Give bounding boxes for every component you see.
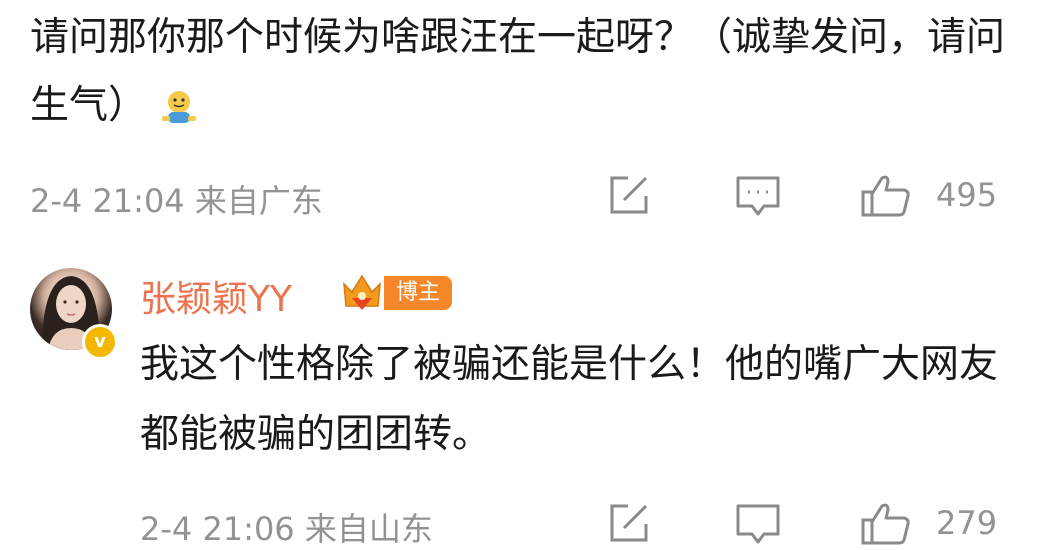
share-icon[interactable] [606,172,652,218]
author-badge: 博主 [384,276,453,310]
like-icon[interactable] [860,500,912,546]
reply-text: 我这个性格除了被骗还能是什么！他的嘴广大网友都能被骗的团团转。 [140,342,999,457]
comment-meta: 2-4 21:04 来自广东 495 [30,172,1010,220]
comment-icon[interactable] [734,500,782,546]
crown-icon [343,274,381,310]
reply-meta-text: 2-4 21:06 来自山东 [140,504,433,550]
reply-meta: 2-4 21:06 来自山东 279 [140,500,1010,548]
verified-icon: v [82,324,118,360]
comment-location: 来自广东 [194,182,323,220]
like-count: 495 [936,176,998,214]
username[interactable]: 张颖颖YY [140,270,292,322]
comment-timestamp: 2-4 21:04 [30,182,185,220]
doge-emoji-icon [162,90,197,123]
comment-meta-text: 2-4 21:04 来自广东 [30,176,323,222]
comment-icon[interactable] [734,172,782,218]
reply-location: 来自山东 [304,510,433,548]
reply-timestamp: 2-4 21:06 [140,510,295,548]
like-icon[interactable] [860,172,912,218]
share-icon[interactable] [606,500,652,546]
like-count: 279 [936,504,998,542]
comment-text: 请问那你那个时候为啥跟汪在一起呀？（诚挚发问，请问生气） [30,4,1020,140]
